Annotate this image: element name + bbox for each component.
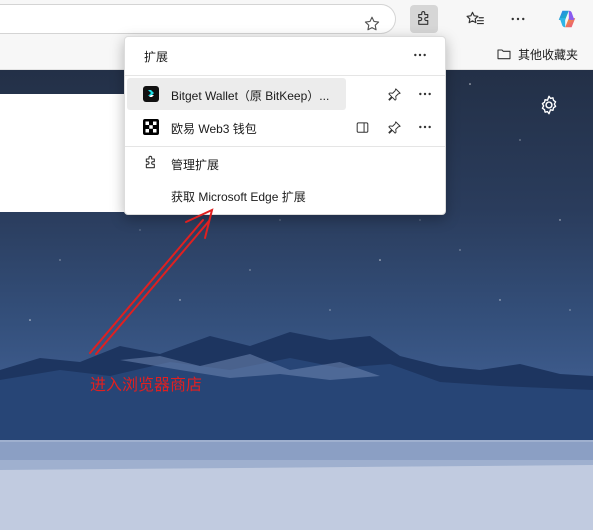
other-favorites-label: 其他收藏夹: [518, 47, 579, 62]
folder-icon: [497, 49, 511, 60]
popup-more-button[interactable]: [409, 45, 431, 65]
annotation-label: 进入浏览器商店: [90, 375, 203, 394]
divider: [125, 75, 445, 76]
pin-icon: [387, 120, 401, 134]
get-edge-extensions-link[interactable]: 获取 Microsoft Edge 扩展: [125, 181, 445, 209]
divider: [125, 146, 445, 147]
manage-extensions-item[interactable]: 管理扩展: [125, 149, 445, 177]
bitget-wallet-icon: [143, 86, 159, 102]
search-box-panel[interactable]: [0, 94, 130, 212]
settings-more-button[interactable]: [504, 5, 532, 33]
pin-button[interactable]: [384, 84, 404, 104]
extensions-popup: 扩展 Bitget Wallet（原 BitKeep）... 欧易 Web3 钱…: [124, 36, 446, 215]
browser-toolbar: [0, 0, 593, 38]
sidebar-panel-icon: [356, 121, 368, 133]
copilot-icon: [558, 10, 576, 28]
copilot-button[interactable]: [553, 5, 581, 33]
extension-name: Bitget Wallet（原 BitKeep）...: [171, 89, 330, 103]
okx-wallet-icon: [143, 119, 159, 135]
extension-more-button[interactable]: [415, 117, 435, 137]
page-settings-button[interactable]: [537, 93, 561, 117]
favorites-button[interactable]: [461, 5, 489, 33]
more-horizontal-icon: [419, 125, 431, 129]
get-edge-extensions-label: 获取 Microsoft Edge 扩展: [171, 190, 306, 204]
favorites-star-list-icon: [466, 11, 484, 25]
extensions-button[interactable]: [410, 5, 438, 33]
gear-icon: [541, 95, 557, 115]
popup-title: 扩展: [144, 50, 169, 64]
extension-row-okx[interactable]: 欧易 Web3 钱包: [125, 111, 445, 143]
pin-icon: [387, 87, 401, 101]
more-horizontal-icon: [511, 17, 525, 21]
other-favorites-folder[interactable]: 其他收藏夹: [496, 44, 578, 64]
extension-more-button[interactable]: [415, 84, 435, 104]
extension-name: 欧易 Web3 钱包: [171, 122, 257, 136]
manage-extensions-label: 管理扩展: [171, 158, 220, 172]
more-horizontal-icon: [419, 92, 431, 96]
extension-row-bitget[interactable]: Bitget Wallet（原 BitKeep）...: [125, 78, 445, 110]
puzzle-icon: [418, 11, 429, 25]
pin-button[interactable]: [384, 117, 404, 137]
address-bar[interactable]: [0, 4, 396, 34]
more-horizontal-icon: [414, 53, 426, 57]
sidebar-toggle-button[interactable]: [352, 117, 372, 137]
add-favorite-button[interactable]: [360, 12, 384, 36]
star-icon: [364, 16, 380, 31]
puzzle-icon: [145, 155, 155, 169]
popup-header: 扩展: [125, 37, 445, 75]
